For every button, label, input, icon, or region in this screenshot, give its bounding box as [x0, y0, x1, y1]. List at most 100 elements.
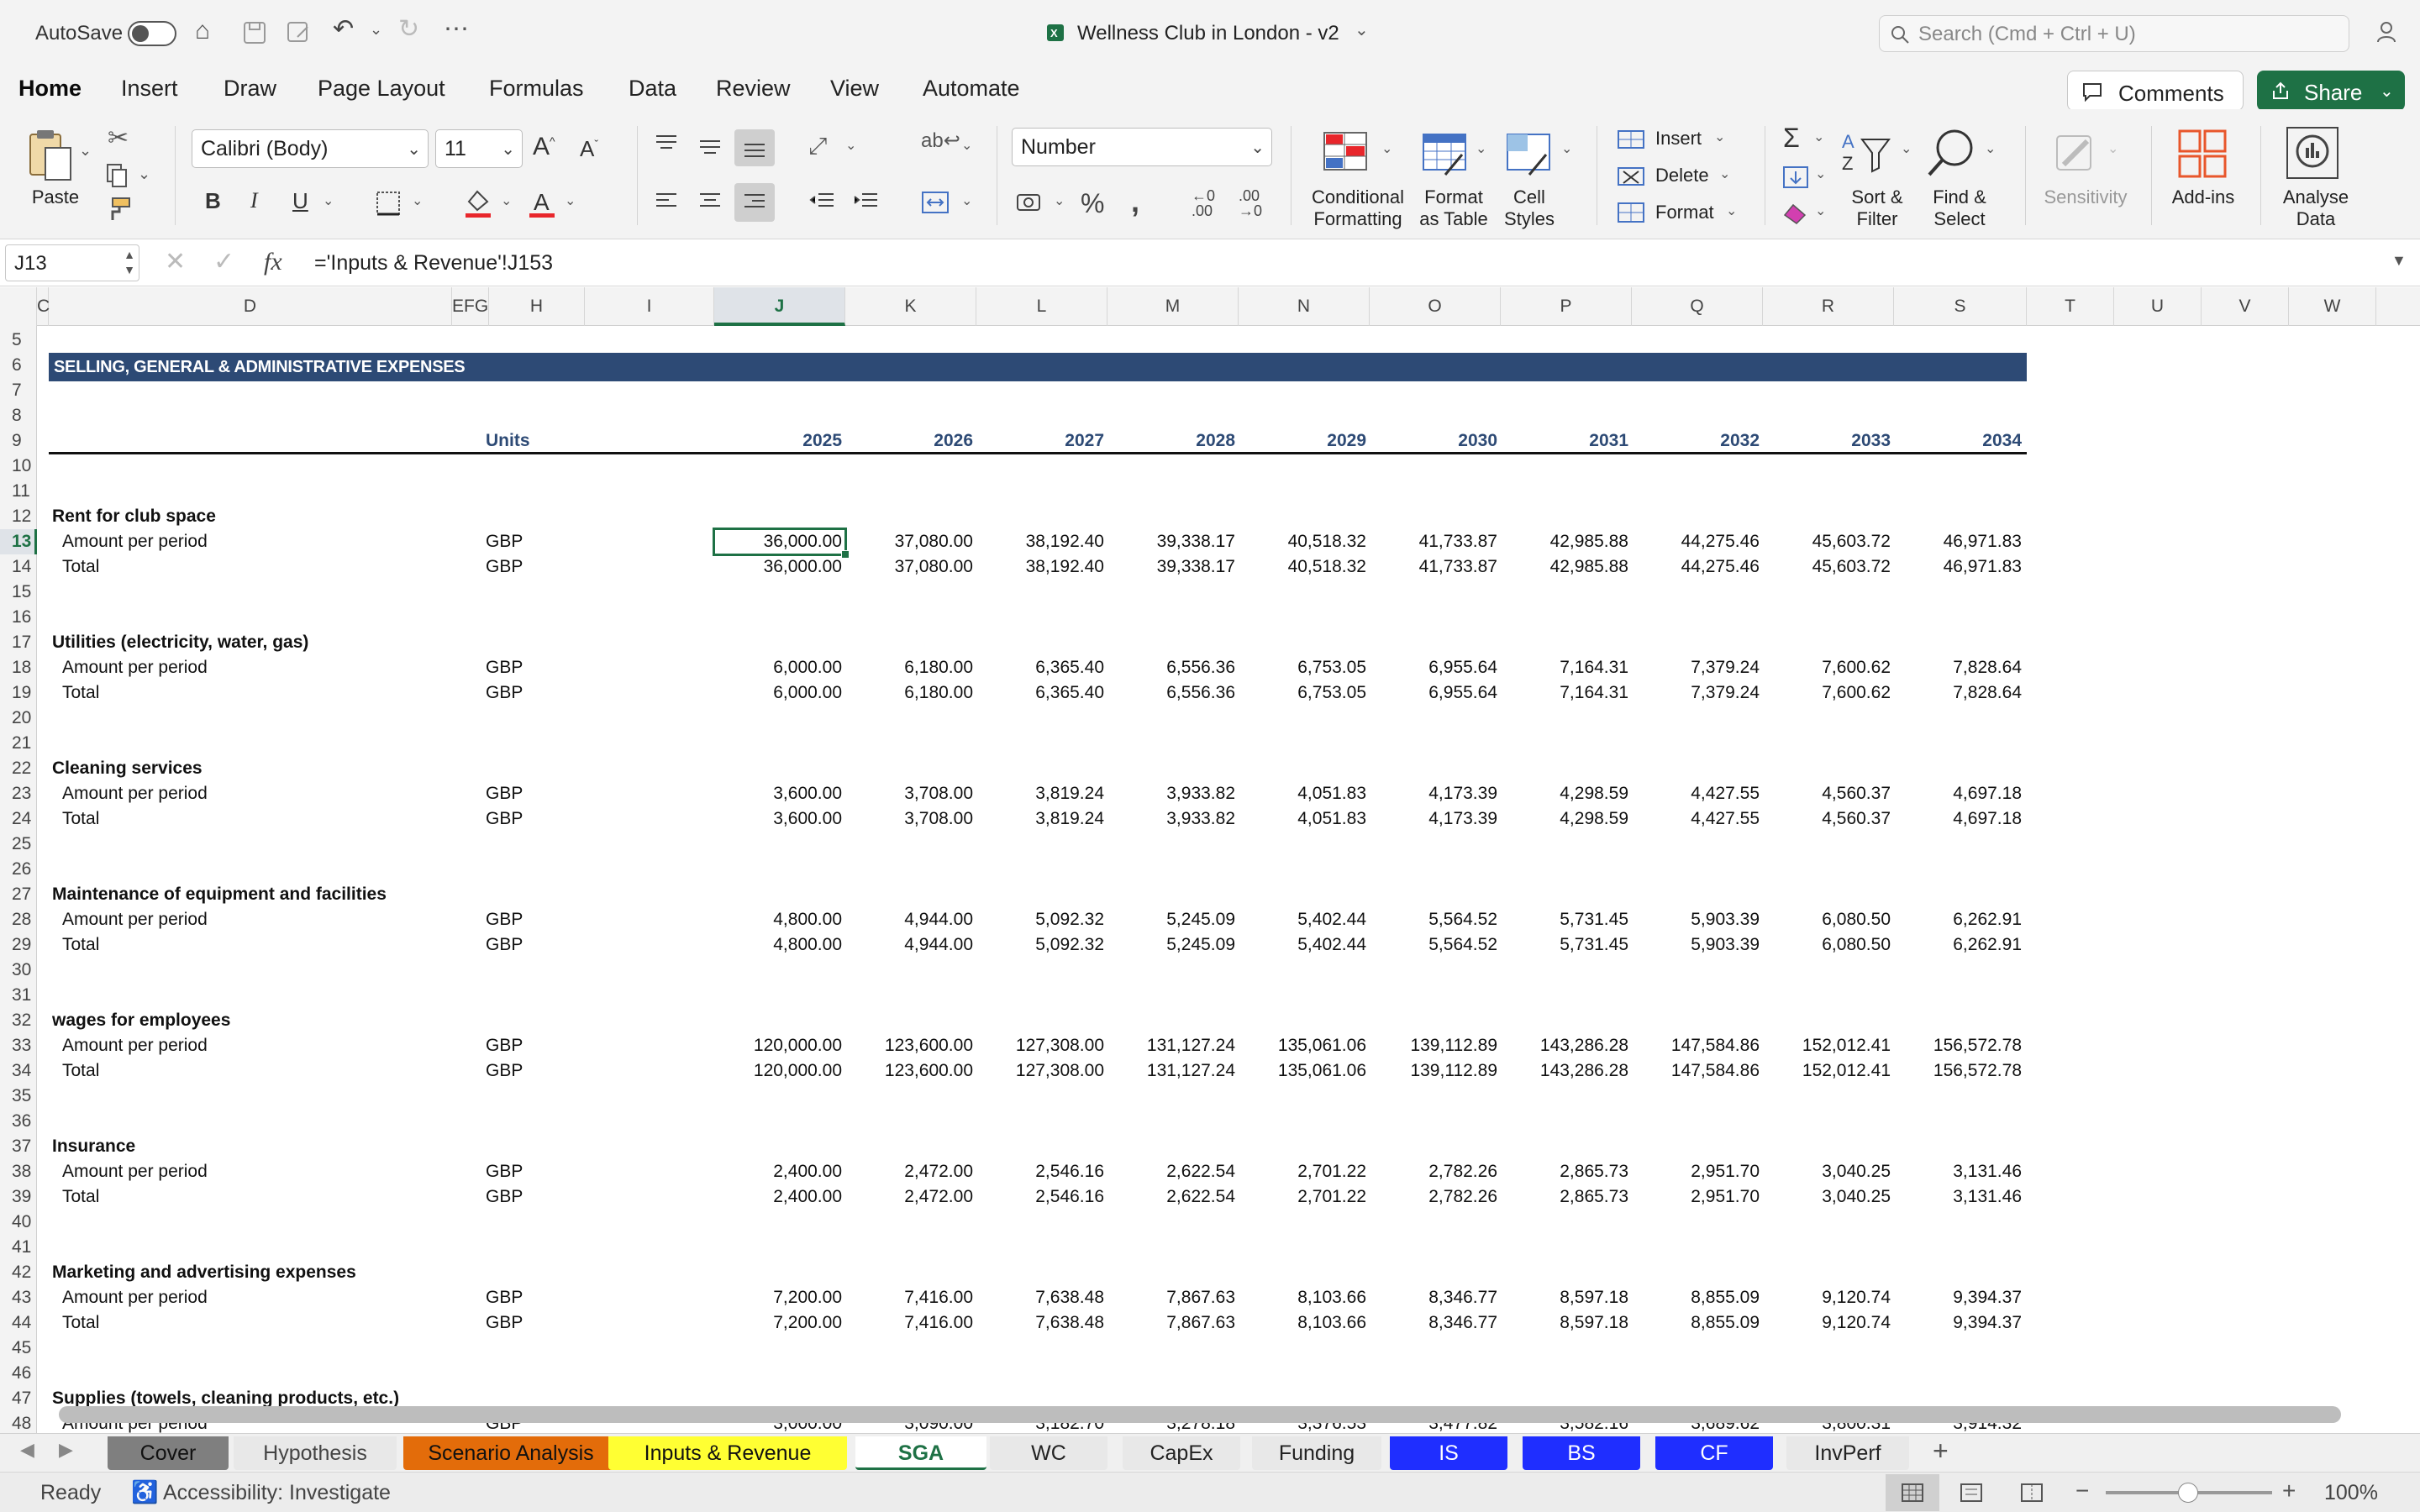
total-value[interactable]: 38,192.40 — [978, 554, 1104, 580]
tab-automate[interactable]: Automate — [923, 76, 1020, 102]
total-value[interactable]: 120,000.00 — [716, 1058, 842, 1084]
total-value[interactable]: 7,379.24 — [1634, 680, 1760, 706]
unit-cell[interactable]: GBP — [486, 1033, 523, 1058]
total-value[interactable]: 4,173.39 — [1371, 806, 1497, 832]
year-header[interactable]: 2028 — [1109, 428, 1235, 454]
amount-value[interactable]: 41,733.87 — [1371, 529, 1497, 554]
row-header[interactable]: 20 — [0, 706, 37, 731]
decrease-indent-icon[interactable] — [808, 190, 835, 213]
total-value[interactable]: 7,416.00 — [847, 1310, 973, 1336]
total-value[interactable]: 139,112.89 — [1371, 1058, 1497, 1084]
column-header-s[interactable]: S — [1894, 287, 2027, 326]
delete-cells-icon[interactable] — [1617, 165, 1645, 188]
amount-value[interactable]: 2,865.73 — [1502, 1159, 1628, 1184]
amount-value[interactable]: 3,933.82 — [1109, 781, 1235, 806]
column-header-v[interactable]: V — [2202, 287, 2289, 326]
amount-label[interactable]: Amount per period — [62, 781, 208, 806]
insert-cells-icon[interactable] — [1617, 128, 1645, 151]
worksheet-grid[interactable]: 5 6 7 8 9 10 11 12 13 14 15 16 17 18 19 20 21 22 23 24 25 26 2… — [0, 326, 2420, 1435]
row-header[interactable]: 30 — [0, 958, 37, 983]
sort-filter-dropdown-icon[interactable]: ⌄ — [1901, 143, 1912, 156]
column-header-o[interactable]: O — [1370, 287, 1501, 326]
unit-cell[interactable]: GBP — [486, 529, 523, 554]
column-header-k[interactable]: K — [845, 287, 976, 326]
total-value[interactable]: 152,012.41 — [1765, 1058, 1891, 1084]
amount-value[interactable]: 3,600.00 — [716, 781, 842, 806]
row-header[interactable]: 22 — [0, 756, 37, 781]
formula-input[interactable]: ='Inputs & Revenue'!J153 — [314, 251, 553, 276]
total-value[interactable]: 3,933.82 — [1109, 806, 1235, 832]
total-value[interactable]: 2,400.00 — [716, 1184, 842, 1210]
amount-value[interactable]: 3,131.46 — [1896, 1159, 2022, 1184]
row-header[interactable]: 19 — [0, 680, 37, 706]
comments-button[interactable]: Comments — [2067, 71, 2244, 111]
amount-value[interactable]: 40,518.32 — [1240, 529, 1366, 554]
total-value[interactable]: 7,867.63 — [1109, 1310, 1235, 1336]
amount-value[interactable]: 4,697.18 — [1896, 781, 2022, 806]
row-header[interactable]: 18 — [0, 655, 37, 680]
font-size-select[interactable]: 11 ⌄ — [435, 129, 523, 168]
sheet-tab-inputs-revenue[interactable]: Inputs & Revenue — [608, 1436, 847, 1470]
row-header[interactable]: 12 — [0, 504, 37, 529]
horizontal-scrollbar[interactable] — [59, 1406, 2341, 1423]
expense-title[interactable]: Utilities (electricity, water, gas) — [52, 630, 308, 655]
selected-cell[interactable] — [713, 528, 850, 559]
total-value[interactable]: 8,855.09 — [1634, 1310, 1760, 1336]
row-header[interactable]: 31 — [0, 983, 37, 1008]
total-value[interactable]: 6,955.64 — [1371, 680, 1497, 706]
amount-label[interactable]: Amount per period — [62, 1033, 208, 1058]
amount-value[interactable]: 9,394.37 — [1896, 1285, 2022, 1310]
amount-value[interactable]: 2,701.22 — [1240, 1159, 1366, 1184]
align-right-button[interactable] — [734, 183, 775, 222]
underline-dropdown-icon[interactable]: ⌄ — [323, 195, 334, 208]
total-value[interactable]: 8,597.18 — [1502, 1310, 1628, 1336]
total-value[interactable]: 2,546.16 — [978, 1184, 1104, 1210]
save-icon[interactable] — [242, 20, 267, 45]
total-value[interactable]: 39,338.17 — [1109, 554, 1235, 580]
amount-value[interactable]: 7,828.64 — [1896, 655, 2022, 680]
amount-value[interactable]: 44,275.46 — [1634, 529, 1760, 554]
section-title[interactable]: SELLING, GENERAL & ADMINISTRATIVE EXPENS… — [49, 353, 2027, 381]
merge-center-icon[interactable] — [921, 190, 950, 215]
amount-value[interactable]: 2,951.70 — [1634, 1159, 1760, 1184]
expense-title[interactable]: Cleaning services — [52, 756, 203, 781]
next-sheet-icon[interactable]: ▶ — [59, 1441, 73, 1459]
row-header[interactable]: 8 — [0, 403, 37, 428]
fill-down-icon[interactable] — [1781, 165, 1810, 190]
align-left-icon[interactable] — [654, 190, 679, 213]
row-header[interactable]: 38 — [0, 1159, 37, 1184]
total-value[interactable]: 40,518.32 — [1240, 554, 1366, 580]
row-header[interactable]: 5 — [0, 328, 37, 353]
format-dropdown-icon[interactable]: ⌄ — [1726, 205, 1737, 218]
underline-icon[interactable]: U — [292, 190, 308, 212]
more-icon[interactable]: ⋯ — [444, 17, 469, 42]
expand-formula-icon[interactable]: ▼ — [2391, 253, 2407, 268]
font-name-select[interactable]: Calibri (Body) ⌄ — [192, 129, 429, 168]
orientation-icon[interactable]: ⤢ — [808, 134, 827, 158]
column-header-d[interactable]: D — [49, 287, 452, 326]
total-value[interactable]: 45,603.72 — [1765, 554, 1891, 580]
tab-review[interactable]: Review — [716, 76, 791, 102]
fill-dropdown-icon[interactable]: ⌄ — [1815, 168, 1826, 181]
tab-formulas[interactable]: Formulas — [489, 76, 584, 102]
total-label[interactable]: Total — [62, 806, 99, 832]
fill-color-icon[interactable] — [464, 188, 492, 218]
total-value[interactable]: 4,051.83 — [1240, 806, 1366, 832]
row-header[interactable]: 23 — [0, 781, 37, 806]
page-layout-view-icon[interactable] — [1960, 1483, 1983, 1503]
total-value[interactable]: 123,600.00 — [847, 1058, 973, 1084]
row-header[interactable]: 35 — [0, 1084, 37, 1109]
amount-value[interactable]: 45,603.72 — [1765, 529, 1891, 554]
row-header[interactable]: 9 — [0, 428, 37, 454]
amount-value[interactable]: 147,584.86 — [1634, 1033, 1760, 1058]
row-header[interactable]: 36 — [0, 1109, 37, 1134]
amount-value[interactable]: 5,731.45 — [1502, 907, 1628, 932]
find-select-icon[interactable] — [1924, 126, 1978, 180]
unit-cell[interactable]: GBP — [486, 1184, 523, 1210]
sheet-tab-scenario-analysis[interactable]: Scenario Analysis — [403, 1436, 618, 1470]
column-header-t[interactable]: T — [2027, 287, 2114, 326]
amount-value[interactable]: 5,402.44 — [1240, 907, 1366, 932]
undo-dropdown-icon[interactable]: ⌄ — [370, 22, 382, 37]
total-value[interactable]: 6,365.40 — [978, 680, 1104, 706]
copy-dropdown-icon[interactable]: ⌄ — [138, 166, 150, 181]
